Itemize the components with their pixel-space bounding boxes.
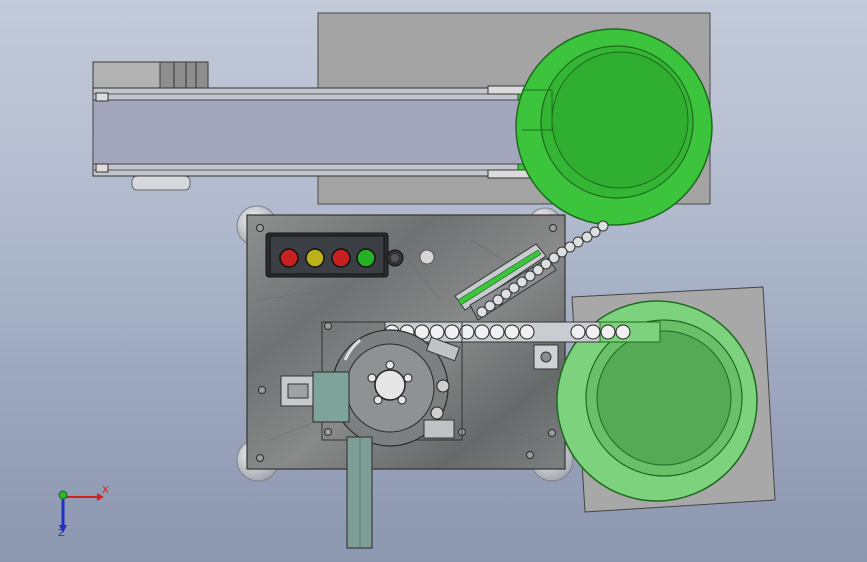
part-chain-horizontal <box>384 324 631 340</box>
coordinate-triad <box>58 490 104 533</box>
output-chute <box>346 436 373 549</box>
belt-conveyor <box>92 85 554 179</box>
triad-z-label: Z <box>58 528 65 539</box>
cable-gland <box>386 249 404 267</box>
indicator-light-red-2[interactable] <box>331 248 351 268</box>
panel-knob[interactable] <box>419 249 435 265</box>
triad-x-label: X <box>102 485 109 496</box>
upper-vibratory-bowl <box>515 28 713 226</box>
indicator-light-red[interactable] <box>279 248 299 268</box>
cad-viewport[interactable]: X Z <box>0 0 867 562</box>
indicator-light-green[interactable] <box>356 248 376 268</box>
assembly-drawing[interactable] <box>0 0 867 562</box>
aluminum-profile-bracket <box>533 344 559 370</box>
indicator-light-yellow[interactable] <box>305 248 325 268</box>
